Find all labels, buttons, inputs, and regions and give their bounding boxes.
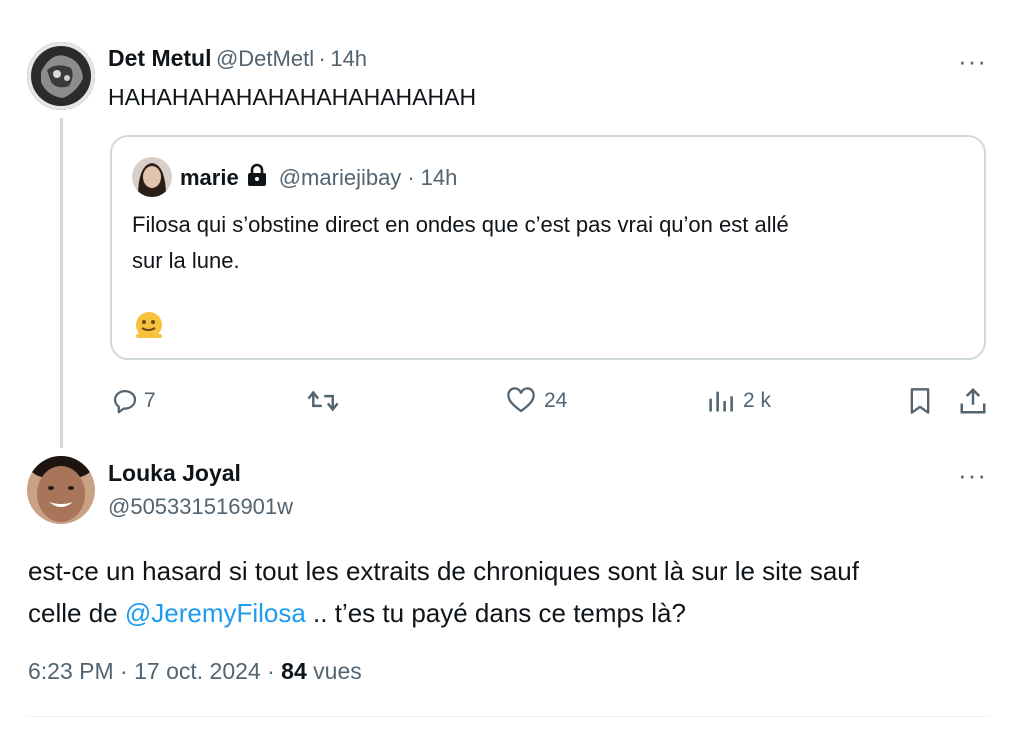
retweet-icon	[306, 386, 340, 416]
tweet2-dot2: ·	[267, 658, 275, 684]
tweet2-date[interactable]: 17 oct. 2024	[134, 658, 261, 684]
tweet2-views-count: 84	[281, 658, 307, 684]
mention-link[interactable]: @JeremyFilosa	[125, 598, 306, 628]
tweet1-author-name[interactable]: Det Metul	[108, 45, 212, 71]
tweet2-meta: 6:23 PM · 17 oct. 2024 · 84 vues	[28, 658, 362, 685]
thread-line	[60, 118, 63, 448]
bookmark-icon	[906, 386, 934, 416]
reply-icon	[110, 386, 140, 416]
share-icon	[958, 386, 988, 416]
tweet1-text: HAHAHAHAHAHAHAHAHAHAHAH	[108, 84, 477, 110]
views-button[interactable]: 2 k	[707, 386, 771, 416]
melting-face-emoji-icon	[132, 307, 166, 346]
retweet-button[interactable]	[306, 386, 340, 416]
avatar-image	[27, 42, 95, 110]
tweet2-text-part3: .. t’es tu payé dans ce temps là?	[305, 598, 686, 628]
avatar-marie	[132, 157, 172, 197]
tweet2-text-line2: celle de @JeremyFilosa .. t’es tu payé d…	[28, 592, 988, 634]
tweet2-dot: ·	[120, 658, 128, 684]
avatar-louka-joyal[interactable]	[27, 456, 95, 524]
quote-dot: ·	[407, 164, 415, 190]
tweet2-author-name[interactable]: Louka Joyal	[108, 460, 241, 487]
tweet1-time[interactable]: 14h	[330, 46, 367, 71]
tweet1-handle[interactable]: @DetMetl	[216, 46, 314, 71]
quote-text-line2: sur la lune.	[132, 248, 240, 273]
lock-icon	[247, 163, 267, 192]
quote-text-line1: Filosa qui s’obstine direct en ondes que…	[132, 212, 789, 237]
tweet2-time[interactable]: 6:23 PM	[28, 658, 114, 684]
tweet2-text: est-ce un hasard si tout les extraits de…	[28, 550, 988, 634]
quote-author-name: marie	[180, 164, 239, 190]
reply-button[interactable]: 7	[110, 386, 156, 416]
bookmark-button[interactable]	[906, 386, 934, 416]
heart-icon	[506, 386, 536, 416]
avatar-image	[132, 157, 172, 197]
tweet2-text-line1: est-ce un hasard si tout les extraits de…	[28, 556, 859, 586]
analytics-icon	[707, 386, 735, 416]
tweet2-more-icon[interactable]: ···	[958, 462, 987, 488]
tweet1-dot: ·	[318, 46, 326, 71]
quote-tweet-card[interactable]: marie @mariejibay · 14h Filosa qui s’obs…	[110, 135, 986, 360]
tweet2-handle[interactable]: @505331516901w	[108, 494, 293, 520]
quote-handle: @mariejibay	[278, 164, 402, 190]
like-count: 24	[544, 389, 568, 412]
tweet2-views-label: vues	[306, 658, 362, 684]
reply-count: 7	[144, 389, 156, 412]
avatar-image	[27, 456, 95, 524]
tweet1-header: Det Metul @DetMetl · 14h	[108, 45, 367, 72]
quote-header: marie @mariejibay · 14h	[180, 163, 457, 192]
like-button[interactable]: 24	[506, 386, 567, 416]
quote-text: Filosa qui s’obstine direct en ondes que…	[132, 207, 789, 279]
divider	[28, 716, 990, 717]
tweet1-more-icon[interactable]: ···	[958, 48, 987, 74]
quote-time: 14h	[420, 164, 458, 190]
tweet2-text-part2: celle de	[28, 598, 125, 628]
share-button[interactable]	[958, 386, 988, 416]
views-count: 2 k	[743, 389, 772, 412]
avatar-det-metul[interactable]	[27, 42, 95, 110]
